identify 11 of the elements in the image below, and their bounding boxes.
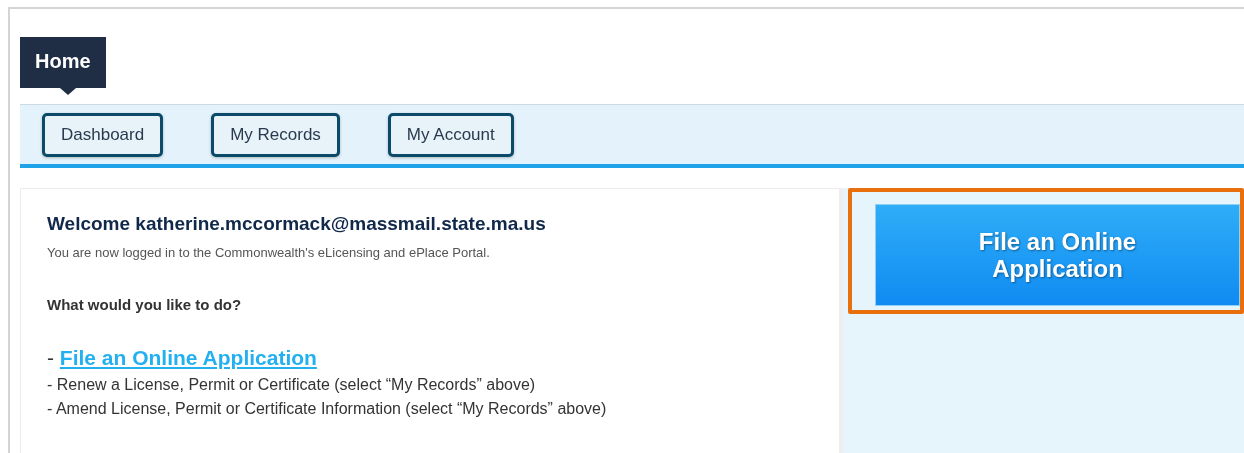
nav-button[interactable]: My Records [211, 112, 340, 157]
action-item: - Amend License, Permit or Certificate Information (select “My Records” above) [47, 399, 608, 419]
login-message: You are now logged in to the Commonwealth's eLicensing and ePlace Portal. [47, 245, 491, 260]
nav-button[interactable]: Dashboard [42, 112, 164, 157]
welcome-title: Welcome katherine.mccormack@massmail.state.ma.us [47, 213, 547, 235]
action-item: - File an Online Application [47, 345, 318, 371]
home-tab[interactable]: Home [20, 37, 106, 88]
tab-pointer [60, 88, 76, 95]
action-item: - Renew a License, Permit or Certificate (select “My Records” above) [47, 375, 537, 395]
question-heading: What would you like to do? [47, 296, 243, 313]
nav-button[interactable]: My Account [387, 112, 514, 157]
